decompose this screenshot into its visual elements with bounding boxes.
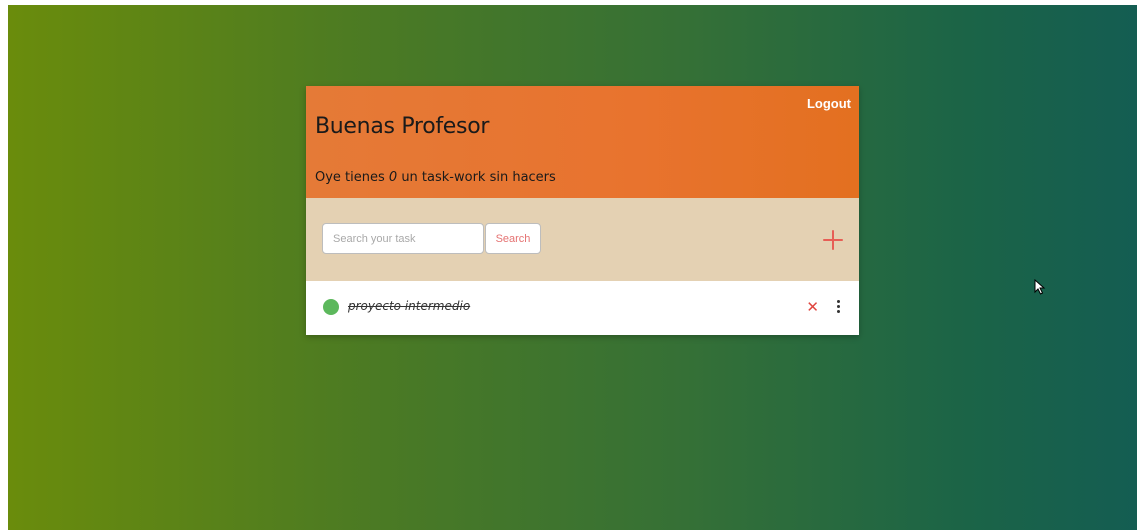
pending-summary: Oye tienes 0 un task-work sin hacers (315, 170, 556, 185)
card-header: Logout Buenas Profesor Oye tienes 0 un t… (306, 86, 859, 198)
pending-count: 0 (388, 170, 398, 185)
summary-prefix: Oye tienes (315, 170, 389, 185)
add-task-button[interactable] (823, 230, 843, 250)
dot (837, 300, 840, 303)
dot (837, 310, 840, 313)
search-button[interactable]: Search (485, 223, 541, 254)
search-toolbar: Search (306, 198, 859, 281)
task-row: proyecto intermedio ✕ (306, 281, 859, 335)
task-list: proyecto intermedio ✕ (306, 281, 859, 335)
task-name[interactable]: proyecto intermedio (348, 299, 470, 313)
more-options-icon[interactable] (836, 300, 840, 314)
greeting-title: Buenas Profesor (315, 114, 490, 139)
status-dot-icon[interactable] (323, 299, 339, 315)
summary-suffix: un task-work sin hacers (397, 170, 556, 185)
task-card: Logout Buenas Profesor Oye tienes 0 un t… (306, 86, 859, 335)
dot (837, 305, 840, 308)
search-input[interactable] (322, 223, 484, 254)
mouse-cursor-icon (1034, 279, 1046, 295)
logout-button[interactable]: Logout (807, 96, 851, 111)
delete-icon[interactable]: ✕ (806, 298, 819, 316)
